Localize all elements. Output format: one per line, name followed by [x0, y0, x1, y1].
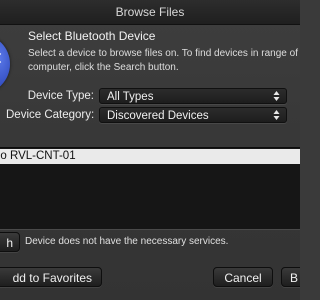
updown-arrows-icon [273, 91, 280, 101]
device-category-value: Discovered Devices [107, 110, 209, 122]
add-to-favorites-button[interactable]: dd to Favorites [0, 267, 102, 287]
list-item[interactable]: do RVL-CNT-01 [0, 149, 300, 164]
dialog-description: Select a device to browse files on. To f… [28, 47, 300, 75]
device-type-label: Device Type: [27, 90, 94, 102]
device-name: do RVL-CNT-01 [0, 150, 76, 162]
cancel-label: Cancel [224, 271, 262, 285]
device-type-select[interactable]: All Types [99, 88, 287, 104]
search-button-label: h [6, 236, 13, 250]
description-line-1: Select a device to browse files on. To f… [28, 48, 300, 59]
browse-button[interactable]: B [281, 267, 300, 287]
device-type-value: All Types [107, 91, 154, 103]
search-button[interactable]: h [0, 232, 20, 252]
status-text: Device does not have the necessary servi… [25, 236, 229, 247]
add-to-favorites-label: dd to Favorites [12, 271, 92, 285]
browse-label: B [290, 271, 299, 285]
updown-arrows-icon [273, 110, 280, 120]
device-list[interactable]: do RVL-CNT-01 [0, 147, 300, 230]
device-category-select[interactable]: Discovered Devices [99, 107, 287, 123]
device-category-label: Device Category: [6, 109, 95, 121]
description-line-2: computer, click the Search button. [28, 62, 179, 73]
window-title: Browse Files [115, 5, 185, 19]
browse-files-window: Browse Files Select Bluetooth Device Sel… [0, 0, 300, 300]
title-bar: Browse Files [0, 0, 300, 25]
dialog-heading: Select Bluetooth Device [28, 29, 156, 43]
bluetooth-icon [0, 34, 10, 94]
cancel-button[interactable]: Cancel [213, 267, 273, 287]
